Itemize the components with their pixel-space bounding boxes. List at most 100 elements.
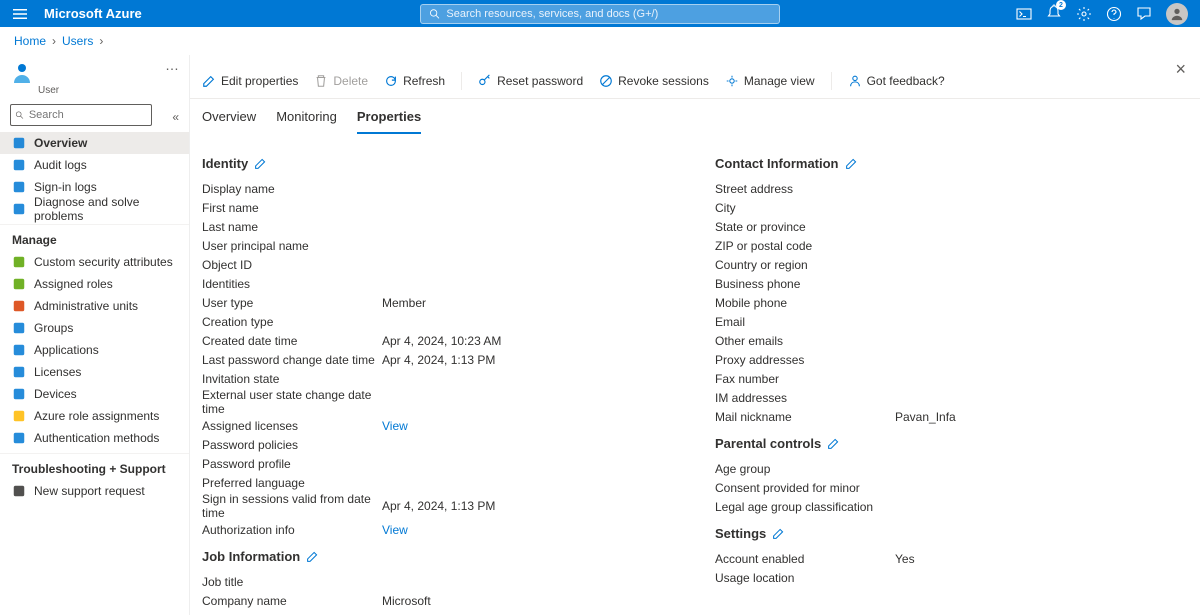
field-label: Invitation state <box>202 372 382 386</box>
collapse-button[interactable]: « <box>162 110 189 124</box>
left-pane: … User « OverviewAudit logsSign-in logsD… <box>0 55 190 615</box>
field-value[interactable]: View <box>382 523 675 537</box>
feedback-icon[interactable] <box>1136 6 1152 22</box>
notification-badge: 2 <box>1056 0 1066 10</box>
field-row: IM addresses <box>715 388 1188 407</box>
field-label: First name <box>202 201 382 215</box>
field-label: IM addresses <box>715 391 895 405</box>
user-icon <box>1170 7 1184 21</box>
notifications-button[interactable]: 2 <box>1046 4 1062 23</box>
field-value[interactable]: View <box>382 419 675 433</box>
pencil-icon[interactable] <box>827 437 840 450</box>
sidebar-search-input[interactable] <box>29 109 147 121</box>
sidebar-item-overview[interactable]: Overview <box>0 132 189 154</box>
groups-icon <box>12 321 26 335</box>
sidebar-item-new-support-request[interactable]: New support request <box>0 480 189 502</box>
sidebar-item-diagnose-and-solve-problems[interactable]: Diagnose and solve problems <box>0 198 189 220</box>
toolbar: Edit properties Delete Refresh Reset pas… <box>190 63 1200 99</box>
sidebar-item-assigned-roles[interactable]: Assigned roles <box>0 273 189 295</box>
sec-icon <box>12 255 26 269</box>
support-icon <box>12 484 26 498</box>
field-row: Preferred language <box>202 473 675 492</box>
field-label: Job title <box>202 575 382 589</box>
search-icon <box>15 110 25 121</box>
key-icon <box>478 74 492 88</box>
sidebar-item-administrative-units[interactable]: Administrative units <box>0 295 189 317</box>
sidebar-item-licenses[interactable]: Licenses <box>0 361 189 383</box>
field-label: Preferred language <box>202 476 382 490</box>
field-value: Microsoft <box>382 594 675 608</box>
field-row: Invitation state <box>202 369 675 388</box>
pencil-icon[interactable] <box>845 157 858 170</box>
field-row: User typeMember <box>202 293 675 312</box>
avatar[interactable] <box>1166 3 1188 25</box>
close-button[interactable]: × <box>1175 59 1186 80</box>
field-row: Assigned licensesView <box>202 416 675 435</box>
field-label: Created date time <box>202 334 382 348</box>
pencil-icon[interactable] <box>254 157 267 170</box>
gear-icon[interactable] <box>1076 6 1092 22</box>
tab-properties[interactable]: Properties <box>357 105 421 134</box>
breadcrumb-users[interactable]: Users <box>62 34 93 48</box>
sidebar-item-groups[interactable]: Groups <box>0 317 189 339</box>
field-label: Sign in sessions valid from date time <box>202 492 382 520</box>
feedback-button[interactable]: Got feedback? <box>848 74 945 88</box>
delete-button[interactable]: Delete <box>314 74 368 88</box>
field-row: Object ID <box>202 255 675 274</box>
sidebar-item-label: Licenses <box>34 365 81 379</box>
field-row: ZIP or postal code <box>715 236 1188 255</box>
sidebar-item-authentication-methods[interactable]: Authentication methods <box>0 427 189 449</box>
left-column: Identity Display nameFirst nameLast name… <box>202 146 675 610</box>
sidebar-item-applications[interactable]: Applications <box>0 339 189 361</box>
field-label: Business phone <box>715 277 895 291</box>
search-icon <box>429 8 440 20</box>
field-label: Consent provided for minor <box>715 481 895 495</box>
manage-view-button[interactable]: Manage view <box>725 74 815 88</box>
pencil-icon[interactable] <box>772 527 785 540</box>
key-icon <box>12 409 26 423</box>
field-row: City <box>715 198 1188 217</box>
field-label: Mobile phone <box>715 296 895 310</box>
field-row: Password profile <box>202 454 675 473</box>
admin-icon <box>12 299 26 313</box>
field-row: Age group <box>715 459 1188 478</box>
help-icon[interactable] <box>1106 6 1122 22</box>
refresh-button[interactable]: Refresh <box>384 74 445 88</box>
tab-overview[interactable]: Overview <box>202 105 256 134</box>
revoke-sessions-button[interactable]: Revoke sessions <box>599 74 709 88</box>
field-row: Street address <box>715 179 1188 198</box>
field-label: Email <box>715 315 895 329</box>
field-row: Fax number <box>715 369 1188 388</box>
field-row: Job title <box>202 572 675 591</box>
cloud-shell-icon[interactable] <box>1016 6 1032 22</box>
edit-properties-button[interactable]: Edit properties <box>202 74 298 88</box>
pencil-icon[interactable] <box>306 550 319 563</box>
lic-icon <box>12 365 26 379</box>
field-label: Account enabled <box>715 552 895 566</box>
sidebar-search[interactable] <box>10 104 152 126</box>
field-label: Usage location <box>715 571 895 585</box>
reset-password-button[interactable]: Reset password <box>478 74 583 88</box>
scroll-area[interactable]: Identity Display nameFirst nameLast name… <box>190 134 1200 615</box>
global-search[interactable] <box>420 4 780 24</box>
more-button[interactable]: … <box>165 57 179 73</box>
sidebar-item-audit-logs[interactable]: Audit logs <box>0 154 189 176</box>
menu-button[interactable] <box>0 6 40 22</box>
hamburger-icon <box>12 6 28 22</box>
field-label: Display name <box>202 182 382 196</box>
signin-icon <box>12 180 26 194</box>
field-label: Last name <box>202 220 382 234</box>
field-label: User principal name <box>202 239 382 253</box>
breadcrumb-home[interactable]: Home <box>14 34 46 48</box>
field-row: Usage location <box>715 568 1188 587</box>
roles-icon <box>12 277 26 291</box>
field-row: Mobile phone <box>715 293 1188 312</box>
field-row: Identities <box>202 274 675 293</box>
sidebar-item-devices[interactable]: Devices <box>0 383 189 405</box>
global-search-input[interactable] <box>446 8 771 20</box>
sidebar-item-azure-role-assignments[interactable]: Azure role assignments <box>0 405 189 427</box>
chevron-icon: › <box>52 34 56 48</box>
field-row: Legal age group classification <box>715 497 1188 516</box>
tab-monitoring[interactable]: Monitoring <box>276 105 337 134</box>
sidebar-item-custom-security-attributes[interactable]: Custom security attributes <box>0 251 189 273</box>
